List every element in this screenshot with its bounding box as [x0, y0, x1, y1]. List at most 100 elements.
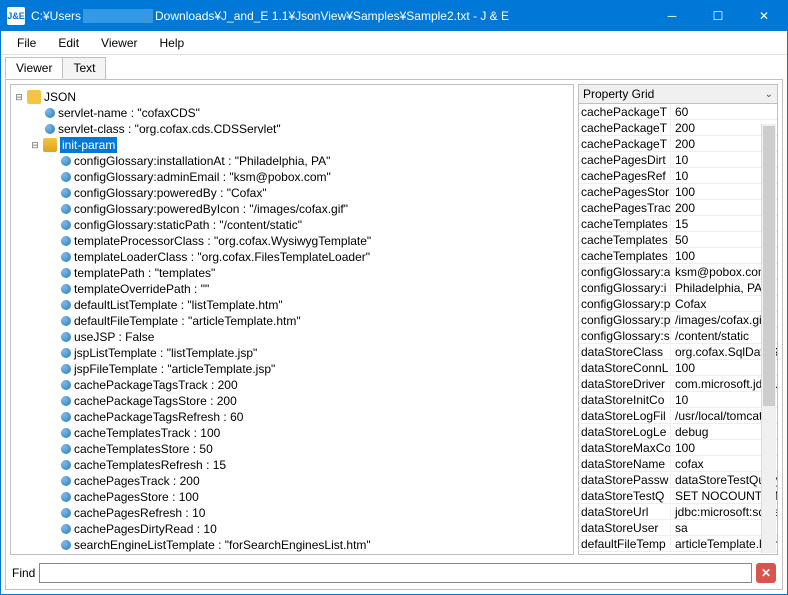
tree-item-5[interactable]: templateProcessorClass : "org.cofax.Wysi…: [13, 233, 571, 249]
tree-item-9[interactable]: defaultListTemplate : "listTemplate.htm": [13, 297, 571, 313]
tree-item-18[interactable]: cacheTemplatesStore : 50: [13, 441, 571, 457]
val-icon: [61, 188, 71, 198]
title-suffix: Downloads¥J_and_E 1.1¥JsonView¥Samples¥S…: [155, 9, 509, 23]
tree-item-2[interactable]: configGlossary:poweredBy : "Cofax": [13, 185, 571, 201]
property-row[interactable]: dataStoreNamecofax: [579, 456, 777, 472]
tree-item-0[interactable]: configGlossary:installationAt : "Philade…: [13, 153, 571, 169]
expander-icon: [45, 155, 57, 167]
tree-item-21[interactable]: cachePagesStore : 100: [13, 489, 571, 505]
tree-item-7[interactable]: templatePath : "templates": [13, 265, 571, 281]
menubar: File Edit Viewer Help: [1, 31, 787, 55]
property-row[interactable]: dataStoreInitCo10: [579, 392, 777, 408]
property-key: cachePagesRef: [579, 169, 671, 183]
property-row[interactable]: defaultFileTemparticleTemplate.htm: [579, 536, 777, 552]
tree-servlet-name[interactable]: servlet-name : "cofaxCDS": [13, 105, 571, 121]
property-row[interactable]: cachePagesStor100: [579, 184, 777, 200]
tree-item-20[interactable]: cachePagesTrack : 200: [13, 473, 571, 489]
property-row[interactable]: configGlossary:s/content/static: [579, 328, 777, 344]
tree-root[interactable]: ⊟JSON: [13, 89, 571, 105]
menu-viewer[interactable]: Viewer: [91, 34, 147, 52]
property-row[interactable]: cachePagesRef10: [579, 168, 777, 184]
property-grid-body[interactable]: cachePackageT60cachePackageT200cachePack…: [578, 104, 778, 555]
property-key: cachePagesStor: [579, 185, 671, 199]
property-row[interactable]: dataStoreMaxCo100: [579, 440, 777, 456]
property-grid-header[interactable]: Property Grid ⌄: [578, 84, 778, 104]
property-row[interactable]: defaultListTemplistTemplate.htm: [579, 552, 777, 555]
node-label: cachePackageTagsTrack : 200: [74, 377, 238, 393]
property-row[interactable]: dataStoreConnL100: [579, 360, 777, 376]
tree-item-15[interactable]: cachePackageTagsStore : 200: [13, 393, 571, 409]
tree-item-16[interactable]: cachePackageTagsRefresh : 60: [13, 409, 571, 425]
tree-item-10[interactable]: defaultFileTemplate : "articleTemplate.h…: [13, 313, 571, 329]
tree-item-12[interactable]: jspListTemplate : "listTemplate.jsp": [13, 345, 571, 361]
property-row[interactable]: configGlossary:iPhiladelphia, PA: [579, 280, 777, 296]
tree-item-14[interactable]: cachePackageTagsTrack : 200: [13, 377, 571, 393]
tree-item-13[interactable]: jspFileTemplate : "articleTemplate.jsp": [13, 361, 571, 377]
menu-file[interactable]: File: [7, 34, 46, 52]
tree-item-19[interactable]: cacheTemplatesRefresh : 15: [13, 457, 571, 473]
clear-find-button[interactable]: ✕: [756, 563, 776, 583]
property-row[interactable]: cachePackageT60: [579, 104, 777, 120]
find-input[interactable]: [39, 563, 752, 583]
val-icon: [61, 524, 71, 534]
find-label: Find: [12, 566, 35, 580]
tab-viewer[interactable]: Viewer: [5, 57, 63, 79]
property-row[interactable]: cachePagesTrac200: [579, 200, 777, 216]
property-row[interactable]: cachePagesDirt10: [579, 152, 777, 168]
tab-text[interactable]: Text: [62, 57, 106, 79]
tree-item-6[interactable]: templateLoaderClass : "org.cofax.FilesTe…: [13, 249, 571, 265]
val-icon: [61, 156, 71, 166]
property-row[interactable]: configGlossary:p/images/cofax.gif: [579, 312, 777, 328]
property-row[interactable]: dataStoreLogLedebug: [579, 424, 777, 440]
expander-icon[interactable]: ⊟: [13, 91, 25, 103]
val-icon: [61, 172, 71, 182]
property-row[interactable]: cacheTemplates15: [579, 216, 777, 232]
expander-icon: [45, 475, 57, 487]
tree-item-17[interactable]: cacheTemplatesTrack : 100: [13, 425, 571, 441]
property-row[interactable]: dataStoreClassorg.cofax.SqlDataSt: [579, 344, 777, 360]
property-row[interactable]: dataStoreUrljdbc:microsoft:sqlse: [579, 504, 777, 520]
close-button[interactable]: ✕: [741, 1, 787, 31]
property-row[interactable]: dataStoreLogFil/usr/local/tomcat: [579, 408, 777, 424]
node-label: searchEngineListTemplate : "forSearchEng…: [74, 537, 371, 553]
minimize-button[interactable]: ─: [649, 1, 695, 31]
property-key: cachePackageT: [579, 121, 671, 135]
tree-item-24[interactable]: searchEngineListTemplate : "forSearchEng…: [13, 537, 571, 553]
property-key: dataStoreInitCo: [579, 393, 671, 407]
root-icon: [27, 90, 41, 104]
chevron-down-icon[interactable]: ⌄: [765, 89, 773, 100]
tree-item-1[interactable]: configGlossary:adminEmail : "ksm@pobox.c…: [13, 169, 571, 185]
expander-icon[interactable]: ⊟: [29, 139, 41, 151]
tree-init-param[interactable]: ⊟ init-param: [13, 137, 571, 153]
val-icon: [61, 220, 71, 230]
node-label: cacheTemplatesStore : 50: [74, 441, 213, 457]
tree-item-8[interactable]: templateOverridePath : "": [13, 281, 571, 297]
menu-edit[interactable]: Edit: [48, 34, 89, 52]
tree-item-23[interactable]: cachePagesDirtyRead : 10: [13, 521, 571, 537]
scrollbar-thumb[interactable]: [763, 126, 775, 406]
tree-item-3[interactable]: configGlossary:poweredByIcon : "/images/…: [13, 201, 571, 217]
property-row[interactable]: cachePackageT200: [579, 136, 777, 152]
tree-servlet-class[interactable]: servlet-class : "org.cofax.cds.CDSServle…: [13, 121, 571, 137]
tree-item-4[interactable]: configGlossary:staticPath : "/content/st…: [13, 217, 571, 233]
property-key: dataStoreUser: [579, 521, 671, 535]
property-grid-scrollbar[interactable]: [761, 124, 776, 553]
menu-help[interactable]: Help: [150, 34, 195, 52]
tree-item-11[interactable]: useJSP : False: [13, 329, 571, 345]
tree-pane[interactable]: ⊟JSONservlet-name : "cofaxCDS"servlet-cl…: [10, 84, 574, 555]
property-row[interactable]: cacheTemplates100: [579, 248, 777, 264]
maximize-button[interactable]: ☐: [695, 1, 741, 31]
property-row[interactable]: dataStoreTestQSET NOCOUNT ON: [579, 488, 777, 504]
property-row[interactable]: dataStoreUsersa: [579, 520, 777, 536]
tree-item-22[interactable]: cachePagesRefresh : 10: [13, 505, 571, 521]
property-row[interactable]: configGlossary:pCofax: [579, 296, 777, 312]
expander-icon: [29, 107, 41, 119]
property-row[interactable]: dataStoreDrivercom.microsoft.jdbc.: [579, 376, 777, 392]
property-key: cacheTemplates: [579, 217, 671, 231]
val-icon: [61, 348, 71, 358]
property-row[interactable]: cachePackageT200: [579, 120, 777, 136]
property-row[interactable]: dataStorePasswdataStoreTestQuery: [579, 472, 777, 488]
property-row[interactable]: configGlossary:aksm@pobox.com: [579, 264, 777, 280]
property-row[interactable]: cacheTemplates50: [579, 232, 777, 248]
node-label: init-param: [60, 137, 117, 153]
